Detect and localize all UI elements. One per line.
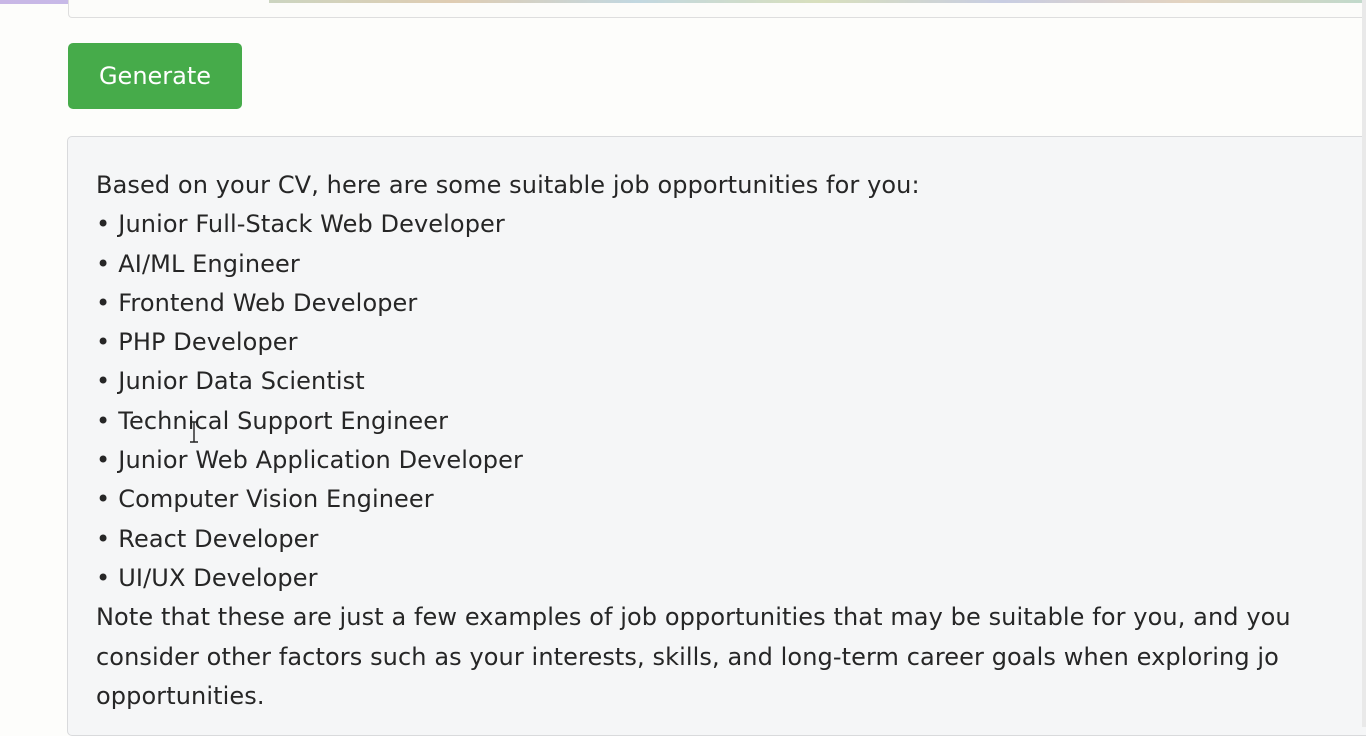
bullet: •	[96, 210, 111, 239]
result-text: Based on your CV, here are some suitable…	[96, 166, 1366, 716]
bullet: •	[96, 406, 111, 435]
result-note-line: Note that these are just a few examples …	[96, 603, 1291, 632]
bullet: •	[96, 288, 111, 317]
job-item: • Junior Web Application Developer	[96, 441, 1366, 480]
job-label: Technical Support Engineer	[118, 406, 449, 435]
bullet: •	[96, 563, 111, 592]
text-cursor-icon	[190, 421, 198, 443]
job-item: • React Developer	[96, 520, 1366, 559]
job-label: PHP Developer	[118, 328, 298, 357]
window-right-edge	[1362, 0, 1366, 727]
job-label: AI/ML Engineer	[118, 249, 300, 278]
job-label: Frontend Web Developer	[118, 288, 418, 317]
job-label: UI/UX Developer	[118, 563, 318, 592]
generate-button[interactable]: Generate	[68, 43, 242, 109]
result-intro: Based on your CV, here are some suitable…	[96, 171, 920, 199]
job-label: Junior Data Scientist	[118, 367, 365, 396]
job-label: Junior Full-Stack Web Developer	[118, 210, 505, 239]
job-item: • Frontend Web Developer	[96, 284, 1366, 323]
job-item: • UI/UX Developer	[96, 559, 1366, 598]
job-item: • PHP Developer	[96, 323, 1366, 362]
bullet: •	[96, 328, 111, 357]
job-label: React Developer	[118, 524, 319, 553]
job-item: • Junior Data Scientist	[96, 362, 1366, 401]
result-note-line: consider other factors such as your inte…	[96, 642, 1279, 671]
image-preview-strip	[269, 0, 1366, 3]
bullet: •	[96, 485, 111, 514]
job-label: Junior Web Application Developer	[118, 446, 523, 475]
job-item: • Junior Full-Stack Web Developer	[96, 205, 1366, 244]
job-item: • AI/ML Engineer	[96, 245, 1366, 284]
job-item: • Technical Support Engineer	[96, 402, 1366, 441]
bullet: •	[96, 249, 111, 278]
bullet: •	[96, 367, 111, 396]
upload-card-edge	[68, 0, 1366, 18]
job-item: • Computer Vision Engineer	[96, 480, 1366, 519]
result-note-line: opportunities.	[96, 681, 265, 710]
job-label: Computer Vision Engineer	[118, 485, 434, 514]
bullet: •	[96, 446, 111, 475]
bullet: •	[96, 524, 111, 553]
